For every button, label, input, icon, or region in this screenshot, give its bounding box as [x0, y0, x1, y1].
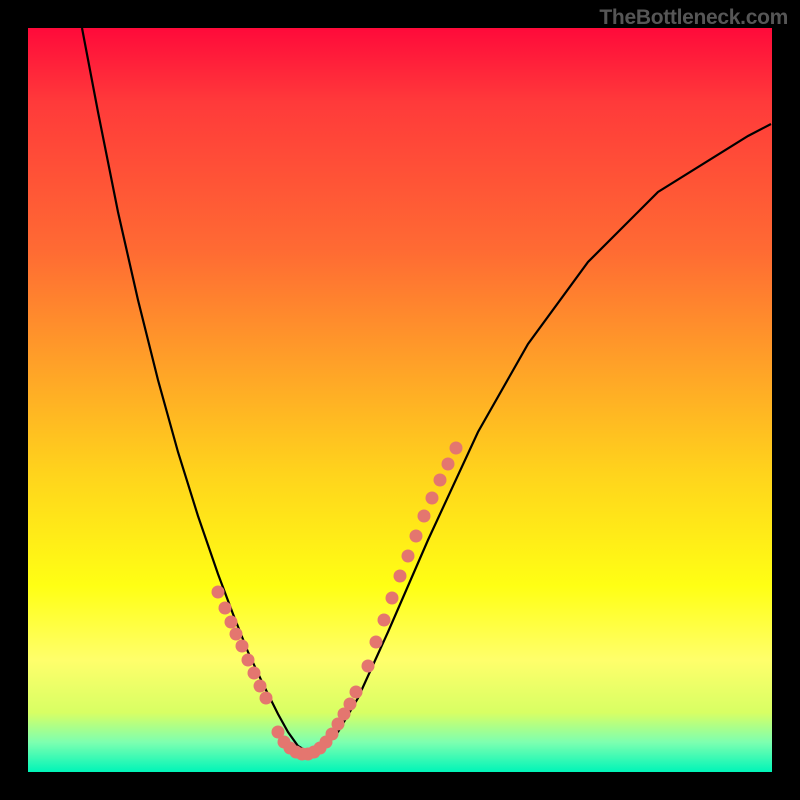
curve-dot: [434, 474, 447, 487]
curve-dot: [344, 698, 357, 711]
curve-dot: [378, 614, 391, 627]
curve-dot: [219, 602, 232, 615]
chart-container: TheBottleneck.com: [0, 0, 800, 800]
plot-area: [28, 28, 772, 772]
curve-dot: [450, 442, 463, 455]
curve-svg: [28, 28, 772, 772]
curve-dot: [254, 680, 267, 693]
curve-dot: [402, 550, 415, 563]
curve-dot: [242, 654, 255, 667]
curve-dot: [236, 640, 249, 653]
curve-dot: [350, 686, 363, 699]
watermark-text: TheBottleneck.com: [599, 6, 788, 30]
bottleneck-curve: [82, 28, 771, 752]
curve-dot: [230, 628, 243, 641]
curve-dot: [362, 660, 375, 673]
curve-dot: [260, 692, 273, 705]
dot-segments-group: [212, 442, 463, 761]
curve-dot: [248, 667, 261, 680]
curve-dot: [225, 616, 238, 629]
curve-dot: [426, 492, 439, 505]
curve-dot: [394, 570, 407, 583]
curve-dot: [442, 458, 455, 471]
curve-dot: [370, 636, 383, 649]
curve-dot: [410, 530, 423, 543]
curve-dot: [386, 592, 399, 605]
curve-dot: [212, 586, 225, 599]
curve-dot: [418, 510, 431, 523]
